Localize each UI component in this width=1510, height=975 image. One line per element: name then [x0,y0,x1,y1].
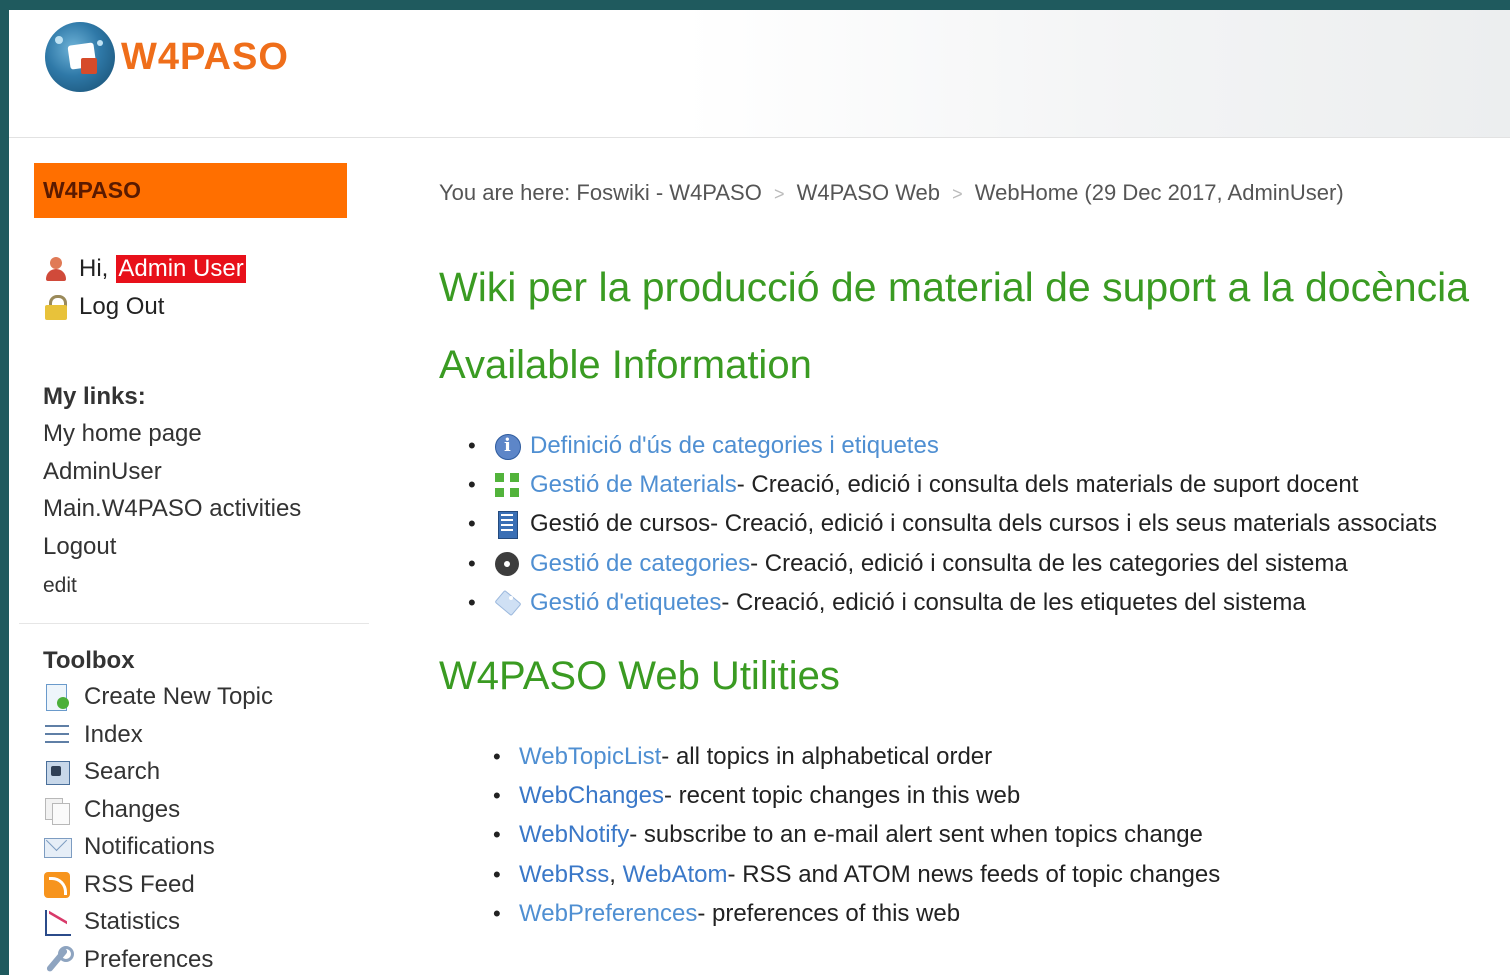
list-item: WebChanges - recent topic changes in thi… [493,776,1220,815]
preferences-icon [43,946,74,974]
list-item: Gestió de Materials - Creació, edició i … [468,465,1437,504]
link-webtopiclist[interactable]: WebTopicList [519,743,661,771]
gear-icon [494,551,520,577]
rss-icon [43,871,71,899]
link-separator-comma: , [609,860,623,888]
my-link-home-page[interactable]: My home page [43,420,202,448]
link-webrss[interactable]: WebRss [519,861,609,889]
item-description: - RSS and ATOM news feeds of topic chang… [727,860,1221,888]
user-greeting: Hi, Admin User [43,255,246,283]
breadcrumb-separator: > [952,184,963,204]
item-description: - Creació, edició i consulta dels cursos… [710,510,1438,538]
list-item: WebNotify - subscribe to an e-mail alert… [493,816,1220,855]
toolbox-search[interactable]: Search [43,758,160,786]
browser-page: W4PASO W4PASO Hi, Admin User Log Out My … [9,10,1510,975]
toolbox-label[interactable]: Index [84,721,143,749]
web-title[interactable]: W4PASO [34,163,347,218]
tag-icon [494,590,520,616]
item-description: - Creació, edició i consulta dels materi… [736,470,1359,498]
list-item: Definició d'ús de categories i etiquetes [468,426,1437,465]
notifications-icon [43,833,72,861]
user-icon [43,256,69,282]
list-item: WebRss , WebAtom - RSS and ATOM news fee… [493,855,1221,894]
item-description: - all topics in alphabetical order [661,742,993,770]
link-categories-definition[interactable]: Definició d'ús de categories i etiquetes [530,432,939,460]
logo-text: W4PASO [121,35,289,78]
item-description: - Creació, edició i consulta de les cate… [750,549,1348,577]
toolbox-label[interactable]: Preferences [84,946,213,974]
toolbox-label[interactable]: Statistics [84,908,180,936]
web-utilities-list: WebTopicList - all topics in alphabetica… [493,737,1221,933]
breadcrumb: You are here: Foswiki - W4PASO > W4PASO … [439,180,1344,206]
info-icon [494,433,521,460]
link-gestio-materials[interactable]: Gestió de Materials [530,471,737,499]
my-links-edit[interactable]: edit [43,574,77,598]
my-link-logout[interactable]: Logout [43,533,116,561]
list-item: WebTopicList - all topics in alphabetica… [493,737,1220,776]
statistics-icon [43,908,71,936]
link-webpreferences[interactable]: WebPreferences [519,900,697,928]
gestio-cursos-text: Gestió de cursos [530,510,711,538]
toolbox-statistics[interactable]: Statistics [43,908,180,936]
new-topic-icon [43,683,71,711]
toolbox-create-new-topic[interactable]: Create New Topic [43,683,273,711]
main-content: You are here: Foswiki - W4PASO > W4PASO … [439,138,1510,975]
greeting-text: Hi, [79,255,109,282]
toolbox-preferences[interactable]: Preferences [43,946,213,974]
my-links-title: My links: [43,383,146,410]
toolbox-rss-feed[interactable]: RSS Feed [43,871,195,899]
toolbox-index[interactable]: Index [43,721,143,749]
list-item: Gestió de categories - Creació, edició i… [468,544,1437,583]
site-header: W4PASO [9,10,1510,138]
item-description: - preferences of this web [697,899,961,927]
index-icon [43,721,71,749]
item-description: - recent topic changes in this web [663,781,1021,809]
logout-item[interactable]: Log Out [43,293,164,321]
page-title: Wiki per la producció de material de sup… [439,264,1470,310]
changes-icon [43,796,71,825]
toolbox-label[interactable]: Search [84,758,160,786]
link-webnotify[interactable]: WebNotify [519,821,629,849]
toolbox-label[interactable]: Create New Topic [84,683,273,711]
web-utilities-heading: W4PASO Web Utilities [439,654,840,698]
site-logo[interactable]: W4PASO [45,22,289,92]
materials-icon [494,472,520,498]
list-item: Gestió de cursos - Creació, edició i con… [468,505,1438,544]
toolbox-label[interactable]: Changes [84,796,180,824]
list-item: Gestió d'etiquetes - Creació, edició i c… [468,583,1437,622]
toolbox-label[interactable]: Notifications [84,833,215,861]
breadcrumb-item-current: WebHome (29 Dec 2017, AdminUser) [974,180,1344,205]
logo-globe-icon [45,22,115,92]
item-description: - subscribe to an e-mail alert sent when… [629,821,1203,849]
breadcrumb-item-foswiki[interactable]: Foswiki - W4PASO [576,180,761,205]
breadcrumb-separator: > [773,184,785,204]
link-gestio-etiquetes[interactable]: Gestió d'etiquetes [530,589,721,617]
my-link-adminuser[interactable]: AdminUser [43,458,162,486]
search-icon [43,758,71,786]
toolbox-title: Toolbox [43,647,135,674]
available-information-heading: Available Information [439,343,812,387]
list-item: WebPreferences - preferences of this web [493,894,1220,933]
available-information-list: Definició d'ús de categories i etiquetes… [468,426,1438,622]
toolbox-notifications[interactable]: Notifications [43,833,215,861]
link-webatom[interactable]: WebAtom [623,861,728,889]
toolbox-label[interactable]: RSS Feed [84,871,195,899]
item-description: - Creació, edició i consulta de les etiq… [721,588,1306,616]
courses-icon [494,511,520,540]
toolbox-changes[interactable]: Changes [43,796,180,825]
link-webchanges[interactable]: WebChanges [519,782,664,810]
sidebar-divider [19,623,369,624]
sidebar: W4PASO Hi, Admin User Log Out My links: … [9,138,379,975]
logout-label[interactable]: Log Out [79,293,164,321]
lock-icon [43,294,69,320]
breadcrumb-item-web[interactable]: W4PASO Web [797,180,940,205]
my-link-activities[interactable]: Main.W4PASO activities [43,495,301,523]
breadcrumb-prefix: You are here: [439,180,571,205]
user-name-link[interactable]: Admin User [116,255,246,283]
link-gestio-categories[interactable]: Gestió de categories [530,550,750,578]
